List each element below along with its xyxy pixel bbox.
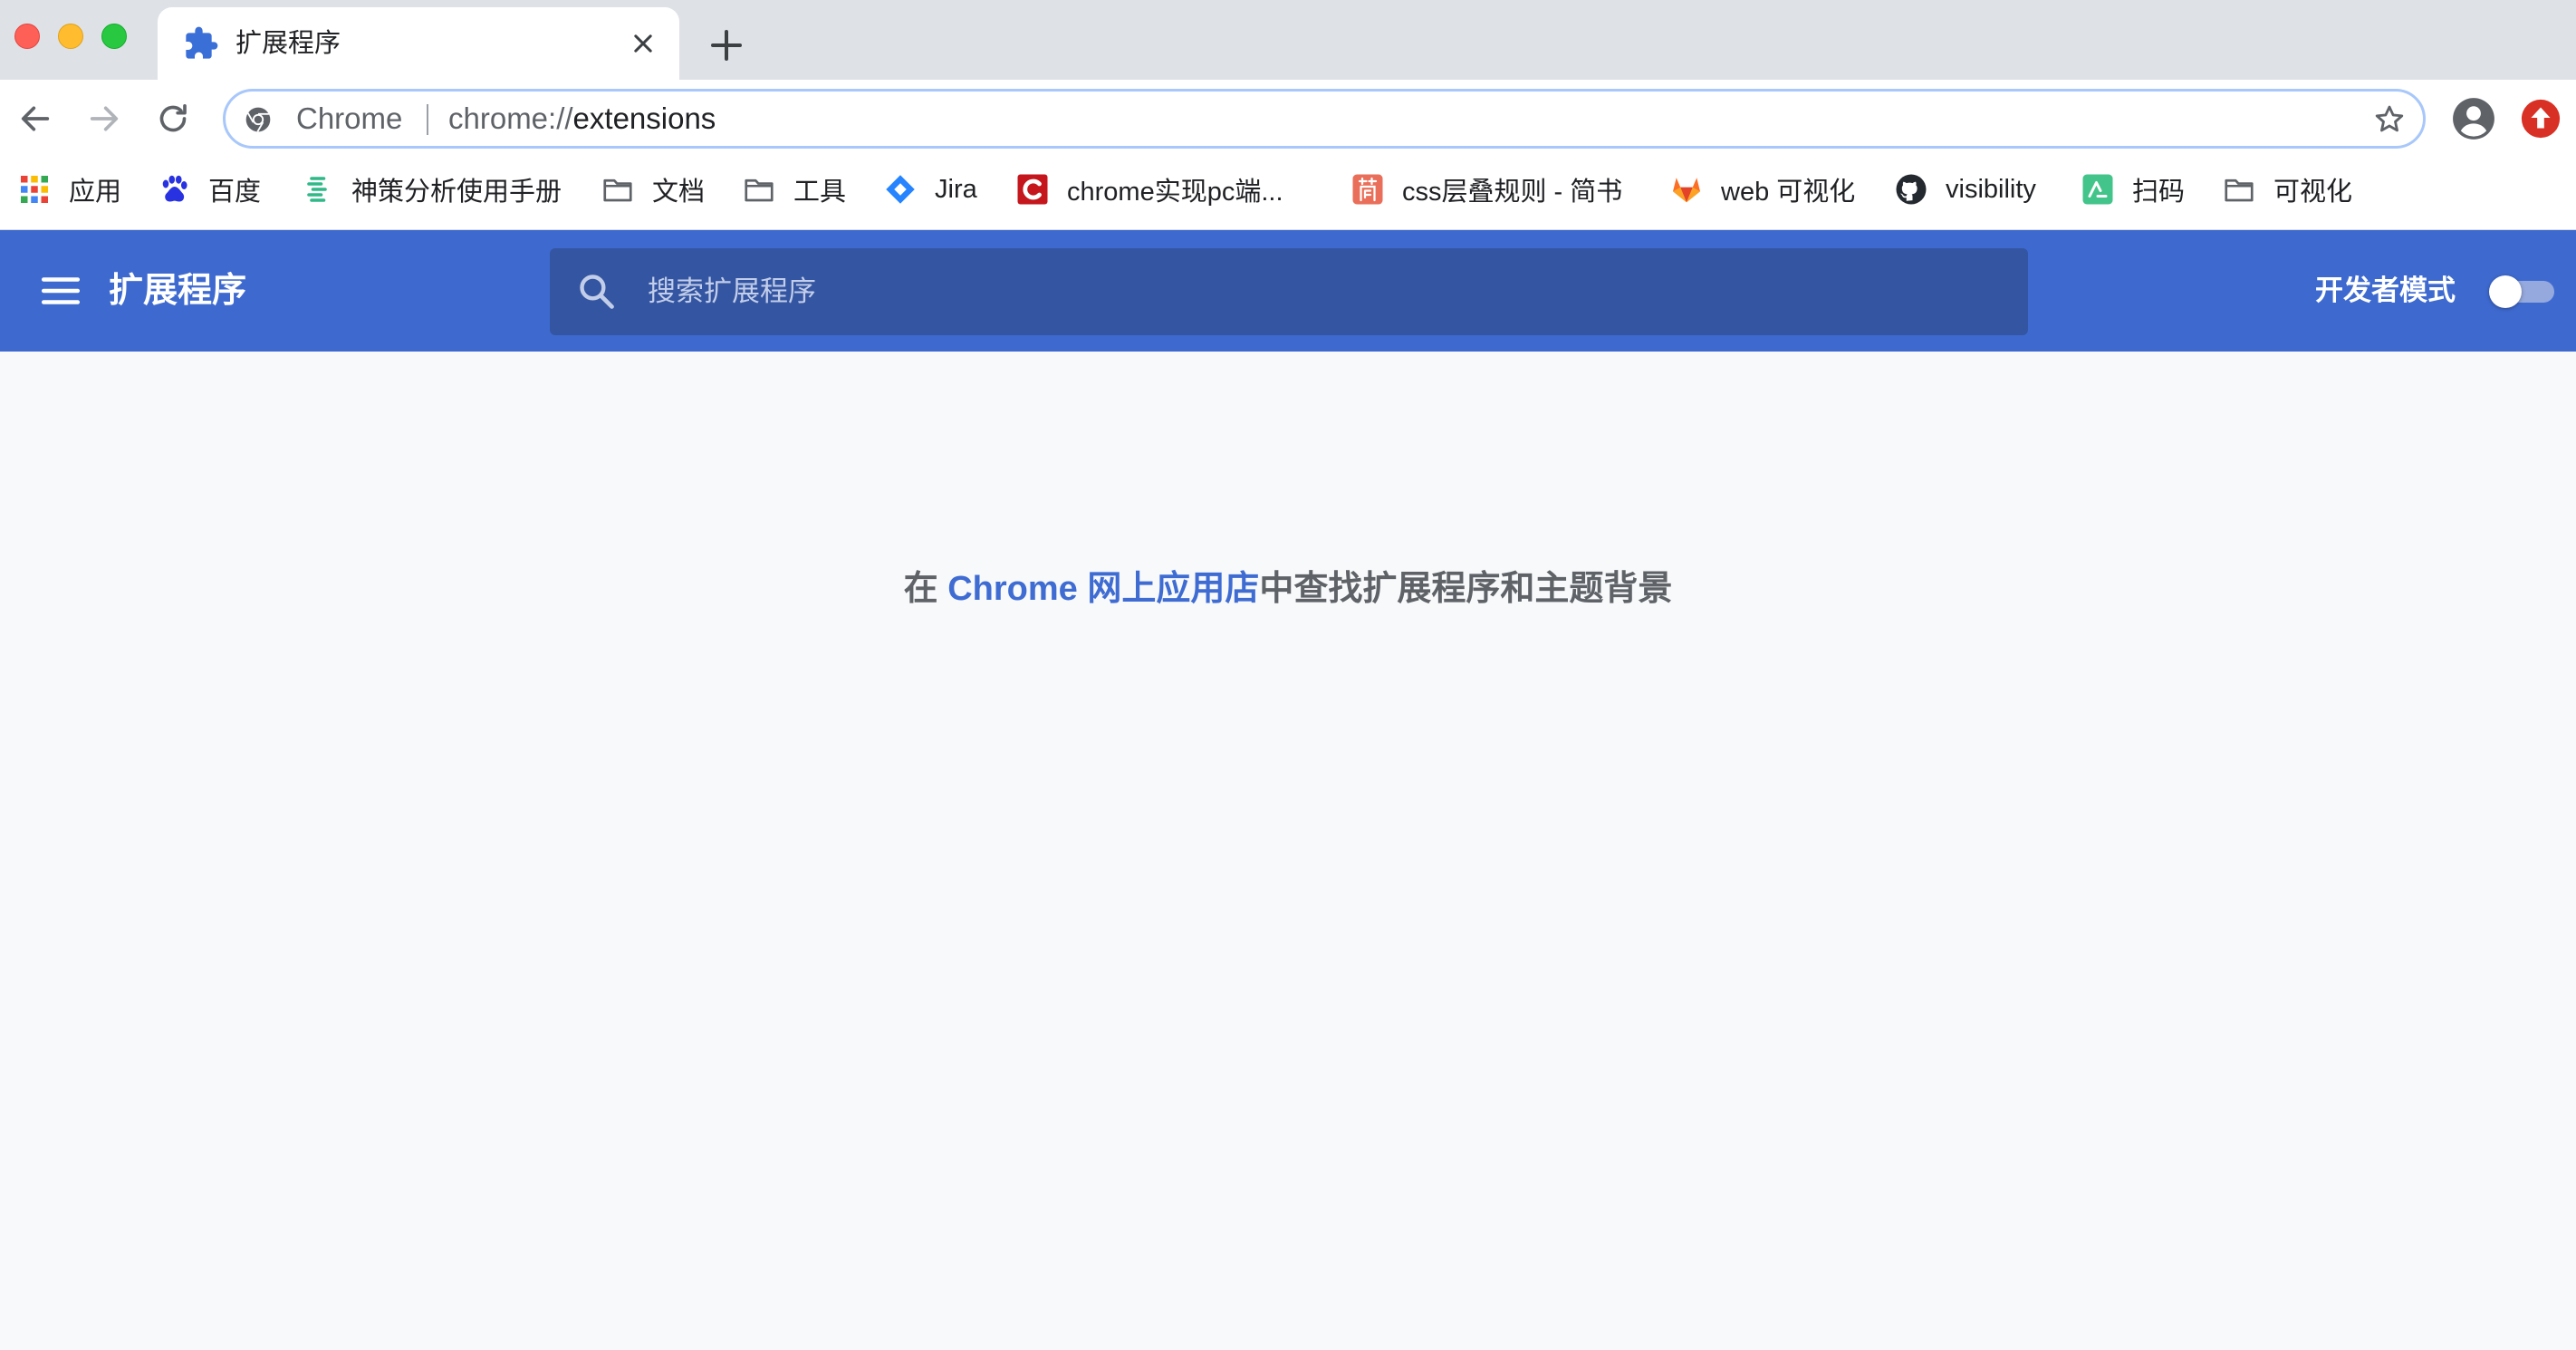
developer-mode-label: 开发者模式 bbox=[2315, 275, 2456, 306]
toggle-knob bbox=[2489, 275, 2522, 308]
folder-icon bbox=[2225, 178, 2254, 202]
page-title: 扩展程序 bbox=[109, 272, 247, 310]
bookmark-baidu[interactable]: 百度 bbox=[158, 158, 261, 221]
omnibox-separator bbox=[427, 104, 428, 135]
bookmark-apps[interactable]: 应用 bbox=[18, 158, 121, 221]
bookmarks-bar: 应用 百度 神策分析使用手册 文档 工具 Jira chrome实现pc端...… bbox=[0, 158, 2576, 230]
browser-window: 扩展程序 Chrome chrome://extensions 应用 百度 神策… bbox=[0, 0, 2576, 1350]
bookmark-label: css层叠规则 - 简书 bbox=[1402, 178, 1623, 207]
folder-icon bbox=[745, 178, 774, 202]
apps-grid-icon bbox=[21, 176, 48, 203]
chrome-logo-icon bbox=[245, 107, 271, 132]
empty-suffix: 中查找扩展程序和主题背景 bbox=[1259, 570, 1673, 608]
url-path: extensions bbox=[572, 101, 716, 135]
bookmark-folder-tools[interactable]: 工具 bbox=[743, 158, 846, 221]
jira-icon bbox=[886, 175, 915, 204]
c-logo-icon bbox=[1017, 174, 1048, 205]
baidu-paw-icon bbox=[162, 175, 187, 202]
sensors-icon bbox=[307, 177, 327, 202]
bookmark-scan[interactable]: 扫码 bbox=[2081, 158, 2185, 221]
back-button[interactable] bbox=[13, 96, 58, 141]
tab-close-icon[interactable] bbox=[625, 25, 661, 62]
bookmark-label: Jira bbox=[935, 174, 977, 204]
bookmark-jira[interactable]: Jira bbox=[884, 158, 977, 221]
puzzle-piece-icon bbox=[186, 26, 218, 59]
bookmark-folder-docs[interactable]: 文档 bbox=[601, 158, 705, 221]
bookmark-label: chrome实现pc端... bbox=[1067, 178, 1283, 207]
developer-mode-toggle[interactable] bbox=[2489, 275, 2558, 308]
tab-title: 扩展程序 bbox=[235, 29, 341, 58]
bookmark-label: 文档 bbox=[652, 178, 706, 207]
bookmark-label: web 可视化 bbox=[1721, 178, 1856, 207]
bookmark-github[interactable]: visibility bbox=[1895, 158, 2036, 221]
extensions-main: 在 Chrome 网上应用店中查找扩展程序和主题背景 bbox=[0, 352, 2576, 1350]
arrow-right-icon bbox=[90, 106, 119, 131]
search-input[interactable] bbox=[648, 248, 2006, 335]
bookmark-label: 工具 bbox=[793, 178, 847, 207]
new-tab-button[interactable] bbox=[705, 24, 748, 67]
tab-strip: 扩展程序 bbox=[0, 0, 2576, 80]
profile-avatar-icon[interactable] bbox=[2451, 96, 2496, 141]
search-icon bbox=[580, 275, 614, 309]
arrow-left-icon bbox=[21, 106, 50, 131]
plus-icon bbox=[711, 30, 742, 61]
bookmark-label: visibility bbox=[1946, 174, 2036, 204]
browser-toolbar: Chrome chrome://extensions bbox=[0, 80, 2576, 158]
bookmark-star-icon[interactable] bbox=[2372, 102, 2407, 137]
bookmark-label: 应用 bbox=[69, 178, 122, 207]
url-scheme: chrome:// bbox=[448, 101, 573, 135]
folder-icon bbox=[603, 178, 632, 202]
github-icon bbox=[1896, 174, 1927, 205]
update-arrow-icon[interactable] bbox=[2520, 98, 2562, 140]
bookmark-sensors[interactable]: 神策分析使用手册 bbox=[301, 158, 562, 221]
bookmark-gitlab[interactable]: web 可视化 bbox=[1670, 158, 1855, 221]
omnibox-chip: Chrome bbox=[296, 101, 403, 135]
bookmark-folder-visualization[interactable]: 可视化 bbox=[2223, 158, 2352, 221]
bookmark-jianshu[interactable]: css层叠规则 - 简书 bbox=[1351, 158, 1622, 221]
bookmark-label: 神策分析使用手册 bbox=[351, 178, 562, 207]
web-store-link[interactable]: Chrome 网上应用店 bbox=[947, 570, 1259, 608]
bookmark-label: 百度 bbox=[208, 178, 262, 207]
empty-state-message: 在 Chrome 网上应用店中查找扩展程序和主题背景 bbox=[0, 560, 2576, 610]
extensions-search[interactable] bbox=[550, 248, 2028, 335]
reload-button[interactable] bbox=[150, 96, 196, 141]
hamburger-menu-icon[interactable] bbox=[36, 268, 85, 313]
omnibox-url[interactable]: chrome://extensions bbox=[448, 92, 716, 146]
gitlab-icon bbox=[1673, 178, 1700, 203]
jianshu-icon bbox=[1352, 174, 1383, 205]
address-bar[interactable]: Chrome chrome://extensions bbox=[223, 89, 2426, 149]
window-close-button[interactable] bbox=[14, 24, 40, 49]
bookmark-chrome-pc[interactable]: chrome实现pc端... bbox=[1016, 158, 1283, 221]
empty-prefix: 在 bbox=[903, 570, 948, 608]
window-maximize-button[interactable] bbox=[101, 24, 127, 49]
tab-extensions[interactable]: 扩展程序 bbox=[158, 7, 679, 80]
bookmark-label: 扫码 bbox=[2132, 178, 2186, 207]
window-minimize-button[interactable] bbox=[58, 24, 83, 49]
scan-app-icon bbox=[2082, 174, 2113, 205]
bookmark-label: 可视化 bbox=[2273, 178, 2353, 207]
forward-button[interactable] bbox=[82, 96, 127, 141]
extensions-header: 扩展程序 开发者模式 bbox=[0, 230, 2576, 352]
reload-icon bbox=[159, 104, 187, 132]
